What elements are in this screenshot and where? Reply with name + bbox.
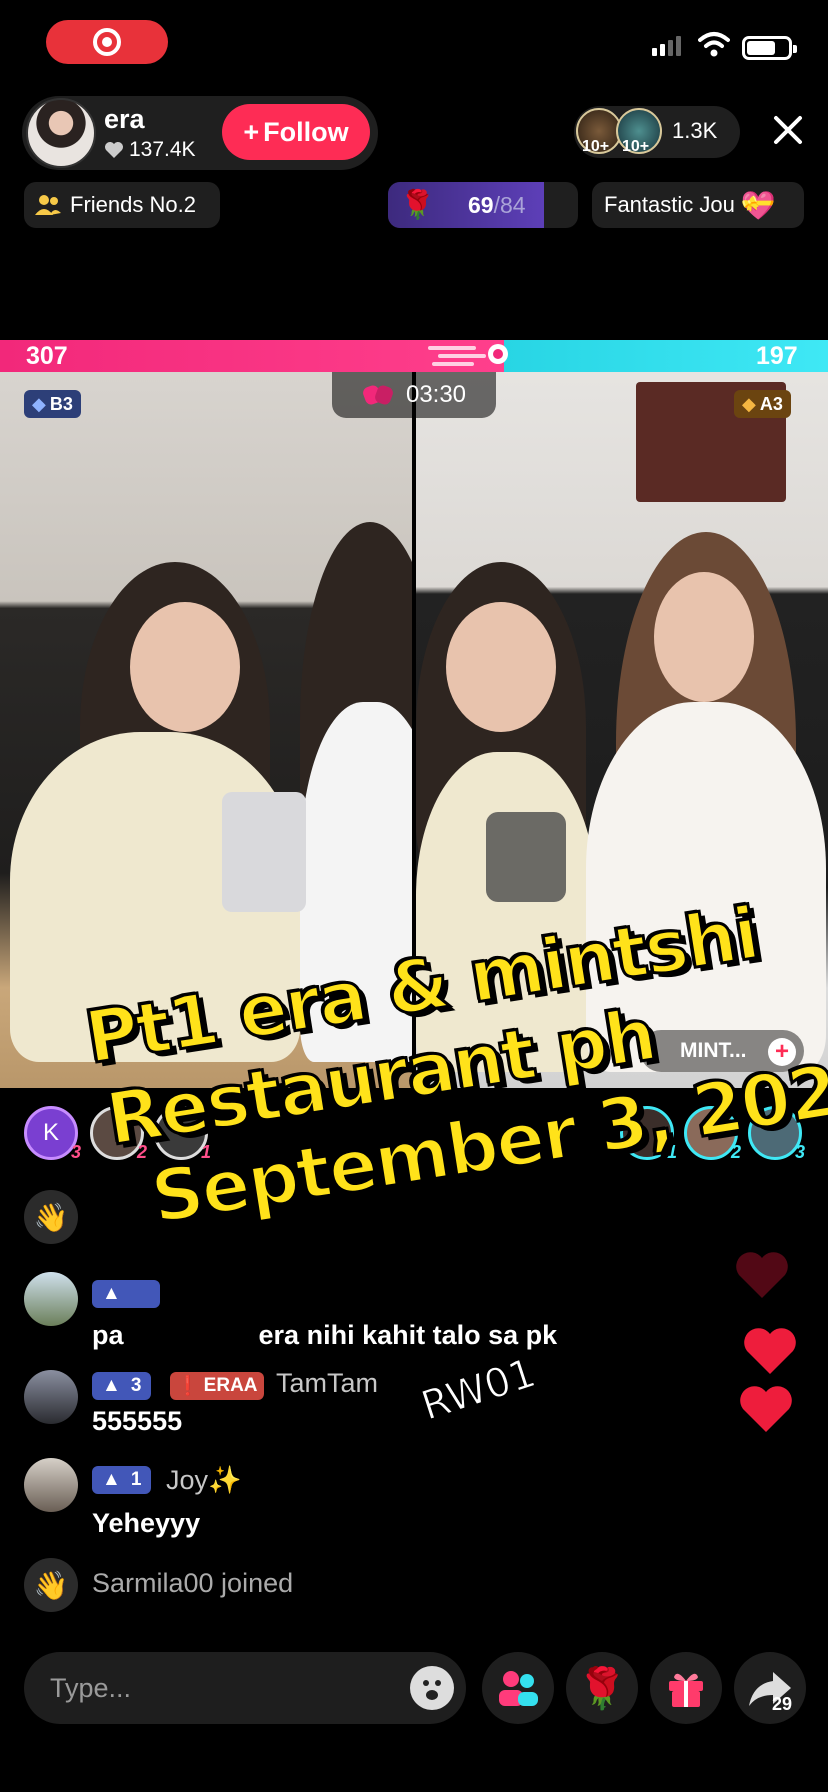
pk-timer-text: 03:30 <box>405 381 467 408</box>
top-gifter-left[interactable]: K 3 <box>24 1106 81 1162</box>
share-count: 29 <box>772 1694 793 1714</box>
emoji-icon[interactable] <box>410 1666 454 1710</box>
signal-icon <box>652 36 681 56</box>
heart-icon <box>105 142 123 158</box>
follow-button[interactable]: + Follow <box>222 104 370 160</box>
floating-heart-icon <box>740 1386 792 1432</box>
close-icon[interactable] <box>770 112 806 148</box>
level-badge: ▲ 1 <box>92 1466 152 1494</box>
comment-placeholder: Type... <box>50 1673 132 1703</box>
pk-gloves-icon <box>363 385 393 405</box>
join-notice: Sarmila00 joined <box>92 1568 294 1598</box>
level-icon: ▲ <box>102 1375 121 1396</box>
right-rank-badge[interactable]: ◆ A3 <box>734 390 791 418</box>
multi-guest-button[interactable] <box>482 1652 554 1724</box>
viewer-badge: 10+ <box>622 138 650 155</box>
host-likes: 137.4K <box>104 138 196 162</box>
wave-hand-icon: 👋 <box>33 1201 69 1233</box>
diamond-icon: ◆ <box>32 393 46 414</box>
host-avatar[interactable] <box>26 98 96 168</box>
record-icon <box>93 28 121 56</box>
level-number: 1 <box>130 1469 142 1490</box>
chat-avatar[interactable] <box>24 1370 78 1424</box>
chat-message: pa era nihi kahit talo sa pk <box>92 1320 558 1350</box>
plus-icon: + <box>243 116 260 147</box>
watermark-text: RW01 <box>415 1349 542 1430</box>
fan-club-icon: ❗ <box>176 1376 200 1397</box>
people-icon <box>499 1671 538 1706</box>
rose-gift-button[interactable]: 🌹 <box>566 1652 638 1724</box>
level-badge: ▲ 3 <box>92 1372 152 1400</box>
join-wave-icon[interactable]: 👋 <box>24 1558 78 1612</box>
level-number: 3 <box>130 1375 142 1396</box>
fan-club-label: ERAA <box>203 1375 258 1396</box>
left-rank-label: B3 <box>49 393 73 414</box>
viewer-count[interactable]: 1.3K <box>672 118 717 144</box>
floating-heart-icon <box>744 1328 796 1374</box>
pk-divider-icon <box>428 344 508 366</box>
gifter-rank: 3 <box>794 1142 805 1162</box>
chat-message: 555555 <box>92 1406 183 1436</box>
level-icon: ▲ <box>102 1469 121 1490</box>
left-rank-badge[interactable]: ◆ B3 <box>24 390 81 418</box>
chat-avatar[interactable] <box>24 1272 78 1326</box>
journey-chip[interactable]: Fantastic Jou 💝 <box>592 182 804 228</box>
goal-count: 69/84 <box>468 192 526 218</box>
chat-avatar[interactable] <box>24 1458 78 1512</box>
pk-left-score: 307 <box>26 342 68 370</box>
host-likes-count: 137.4K <box>129 138 196 161</box>
friends-chip[interactable]: Friends No.2 <box>24 182 220 228</box>
screen-record-indicator[interactable] <box>46 20 168 64</box>
gift-button[interactable] <box>650 1652 722 1724</box>
diamond-icon: ◆ <box>742 393 756 414</box>
pk-timer: 03:30 <box>332 372 496 418</box>
wave-hand-icon: 👋 <box>33 1569 69 1601</box>
gifter-initial: K <box>42 1119 59 1146</box>
chat-username[interactable]: TamTam <box>276 1368 378 1399</box>
level-badge: ▲ <box>92 1280 160 1308</box>
floating-heart-icon <box>736 1252 788 1298</box>
pk-right-score: 197 <box>756 342 798 370</box>
fan-club-badge: ❗ ERAA <box>170 1372 264 1400</box>
follow-label: Follow <box>263 116 349 147</box>
battery-icon <box>742 36 797 60</box>
friends-label: Friends No.2 <box>70 192 196 217</box>
chat-username[interactable]: Joy✨ <box>166 1464 242 1496</box>
journey-label: Fantastic Jou <box>604 192 735 217</box>
wave-button[interactable]: 👋 <box>24 1190 78 1244</box>
gift-icon <box>669 1673 703 1707</box>
host-name: era <box>104 104 145 134</box>
friends-icon <box>35 195 61 215</box>
level-icon: ▲ <box>102 1283 121 1304</box>
wifi-icon <box>698 32 730 57</box>
right-rank-label: A3 <box>759 393 783 414</box>
rose-icon: 🌹 <box>577 1666 627 1711</box>
share-button[interactable] <box>734 1652 806 1724</box>
viewer-badge: 10+ <box>582 138 610 155</box>
chat-message: Yeheyyy <box>92 1508 201 1538</box>
gifter-rank: 3 <box>70 1142 81 1162</box>
rose-icon: 🌹 <box>400 189 435 220</box>
journey-heart-icon: 💝 <box>740 189 776 221</box>
